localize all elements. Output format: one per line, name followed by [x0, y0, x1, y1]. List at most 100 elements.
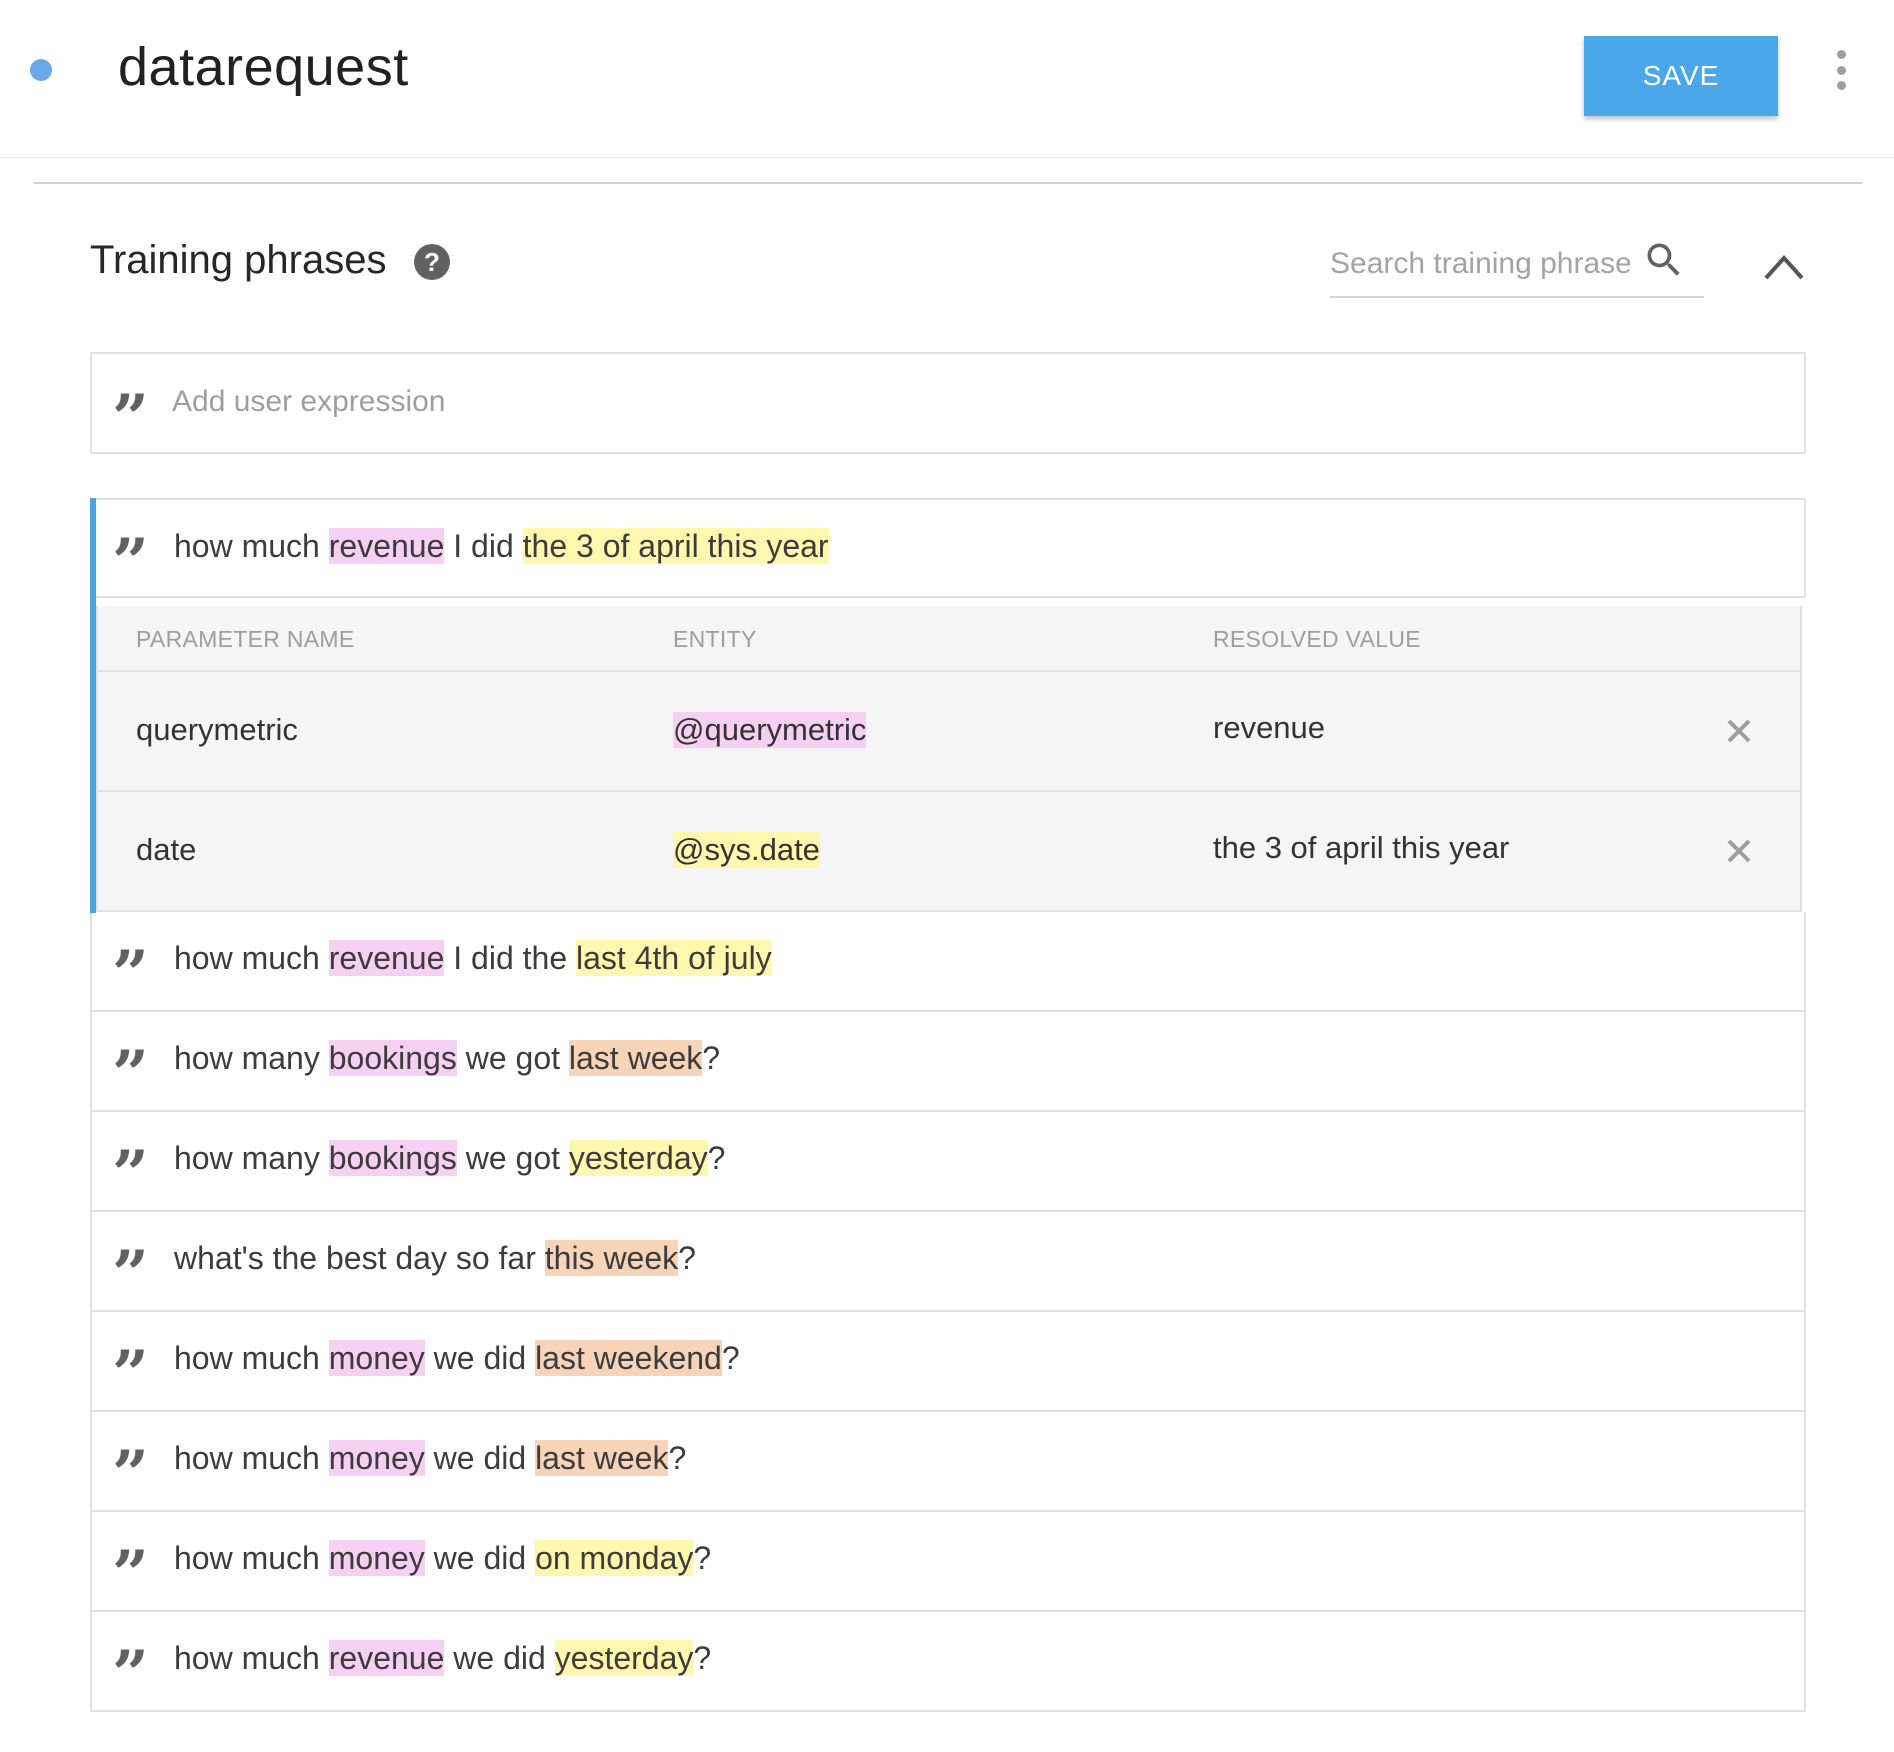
phrase-segment: how much: [174, 1340, 329, 1376]
annotated-entity-yellow[interactable]: last 4th of july: [576, 940, 772, 976]
annotated-entity-yellow[interactable]: on monday: [535, 1540, 694, 1576]
parameter-table: PARAMETER NAME ENTITY RESOLVED VALUE que…: [96, 606, 1802, 912]
column-header-resolved-value: RESOLVED VALUE: [1213, 626, 1421, 652]
annotated-entity-orange[interactable]: last weekend: [535, 1340, 722, 1376]
chevron-up-icon[interactable]: [1762, 248, 1806, 282]
phrase-segment: how much: [174, 1640, 329, 1676]
search-input[interactable]: [1330, 242, 1630, 286]
annotated-entity-orange[interactable]: last week: [568, 1040, 703, 1076]
training-phrase[interactable]: ” how much money we did last weekend?: [90, 1312, 1806, 1412]
column-header-parameter-name: PARAMETER NAME: [136, 626, 355, 652]
quote-icon: ”: [112, 943, 146, 973]
selected-phrase-block: ” how much revenue I did the 3 of april …: [90, 498, 1806, 913]
phrase-segment: how much: [174, 940, 329, 976]
parameter-name[interactable]: date: [136, 832, 196, 868]
parameter-resolved-value[interactable]: the 3 of april this year: [1213, 830, 1509, 866]
quote-icon: ”: [112, 1643, 146, 1673]
section-title: Training phrases: [90, 238, 387, 282]
intent-name[interactable]: datarequest: [118, 36, 409, 98]
training-phrase[interactable]: ” how much revenue I did the last 4th of…: [90, 912, 1806, 1012]
phrase-segment: what's the best day so far: [174, 1240, 545, 1276]
phrase-segment: ?: [702, 1040, 721, 1076]
training-phrase[interactable]: ” how much money we did on monday?: [90, 1512, 1806, 1612]
annotated-entity-pink[interactable]: money: [328, 1540, 425, 1576]
search-icon[interactable]: [1642, 238, 1686, 282]
phrase-segment: we got: [456, 1140, 569, 1176]
annotated-entity-pink[interactable]: revenue: [328, 940, 445, 976]
selection-indicator: [90, 498, 96, 913]
phrase-segment: we got: [456, 1040, 569, 1076]
phrase-segment: we did: [424, 1340, 536, 1376]
top-bar: datarequest SAVE: [0, 0, 1894, 158]
training-phrase[interactable]: ” how much revenue I did the 3 of april …: [90, 498, 1806, 598]
intent-status-dot: [30, 59, 52, 81]
training-phrase[interactable]: ” how much revenue we did yesterday?: [90, 1612, 1806, 1712]
phrase-text[interactable]: how much revenue we did yesterday?: [174, 1640, 711, 1677]
parameter-entity[interactable]: @sys.date: [673, 832, 820, 868]
phrase-text[interactable]: what's the best day so far this week?: [174, 1240, 696, 1277]
quote-icon: ”: [112, 531, 146, 561]
add-user-expression-row: ”: [90, 352, 1806, 454]
phrase-segment: how many: [174, 1040, 329, 1076]
search-training-phrases: [1330, 238, 1704, 298]
section-divider: [34, 182, 1862, 184]
training-phrase-list: ” how much revenue I did the 3 of april …: [90, 498, 1806, 1712]
annotated-entity-pink[interactable]: bookings: [328, 1140, 457, 1176]
save-button[interactable]: SAVE: [1584, 36, 1778, 116]
phrase-text[interactable]: how much revenue I did the 3 of april th…: [174, 528, 829, 565]
training-phrase[interactable]: ” how many bookings we got yesterday?: [90, 1112, 1806, 1212]
more-vert-icon[interactable]: [1826, 50, 1856, 90]
annotated-entity-orange[interactable]: this week: [544, 1240, 679, 1276]
quote-icon: ”: [112, 1243, 146, 1273]
annotated-entity-yellow[interactable]: the 3 of april this year: [522, 528, 829, 564]
parameter-resolved-value[interactable]: revenue: [1213, 710, 1325, 746]
annotated-entity-orange[interactable]: last week: [535, 1440, 669, 1476]
parameter-entity[interactable]: @querymetric: [673, 712, 867, 748]
column-header-entity: ENTITY: [673, 626, 757, 652]
annotated-entity-pink[interactable]: revenue: [328, 1640, 445, 1676]
annotated-entity-pink[interactable]: money: [328, 1440, 425, 1476]
phrase-text[interactable]: how much money we did last week?: [174, 1440, 686, 1477]
annotated-entity-yellow[interactable]: yesterday: [554, 1640, 694, 1676]
parameter-row: date @sys.date the 3 of april this year: [98, 792, 1800, 910]
quote-icon: ”: [112, 387, 146, 417]
phrase-segment: ?: [693, 1640, 712, 1676]
phrase-segment: I did the: [444, 940, 577, 976]
quote-icon: ”: [112, 1143, 146, 1173]
phrase-segment: we did: [444, 1640, 555, 1676]
phrase-segment: ?: [721, 1340, 740, 1376]
phrase-segment: how much: [174, 1540, 329, 1576]
parameter-table-header: PARAMETER NAME ENTITY RESOLVED VALUE: [98, 606, 1800, 672]
phrase-segment: ?: [678, 1240, 696, 1276]
phrase-text[interactable]: how many bookings we got yesterday?: [174, 1140, 725, 1177]
annotated-entity-pink[interactable]: revenue: [328, 528, 445, 564]
annotated-entity-yellow[interactable]: yesterday: [568, 1140, 708, 1176]
phrase-segment: how much: [174, 1440, 329, 1476]
phrase-segment: we did: [424, 1440, 536, 1476]
phrase-text[interactable]: how much money we did last weekend?: [174, 1340, 740, 1377]
parameter-row: querymetric @querymetric revenue: [98, 672, 1800, 792]
phrase-text[interactable]: how many bookings we got last week?: [174, 1040, 720, 1077]
parameter-name[interactable]: querymetric: [136, 712, 298, 748]
phrase-segment: we did: [424, 1540, 536, 1576]
phrase-segment: ?: [668, 1440, 687, 1476]
phrase-segment: ?: [693, 1540, 712, 1576]
phrase-segment: I did: [444, 528, 523, 564]
phrase-text[interactable]: how much money we did on monday?: [174, 1540, 711, 1577]
phrase-text[interactable]: how much revenue I did the last 4th of j…: [174, 940, 772, 977]
phrase-segment: ?: [707, 1140, 726, 1176]
quote-icon: ”: [112, 1043, 146, 1073]
close-icon[interactable]: [1724, 836, 1754, 866]
close-icon[interactable]: [1724, 716, 1754, 746]
training-phrase[interactable]: ” what's the best day so far this week?: [90, 1212, 1806, 1312]
annotated-entity-pink[interactable]: bookings: [328, 1040, 457, 1076]
training-phrase[interactable]: ” how much money we did last week?: [90, 1412, 1806, 1512]
quote-icon: ”: [112, 1443, 146, 1473]
quote-icon: ”: [112, 1543, 146, 1573]
training-phrase[interactable]: ” how many bookings we got last week?: [90, 1012, 1806, 1112]
phrase-segment: how much: [174, 528, 329, 564]
quote-icon: ”: [112, 1343, 146, 1373]
annotated-entity-pink[interactable]: money: [328, 1340, 425, 1376]
help-icon[interactable]: ?: [414, 244, 450, 280]
add-user-expression-input[interactable]: [172, 380, 1672, 424]
